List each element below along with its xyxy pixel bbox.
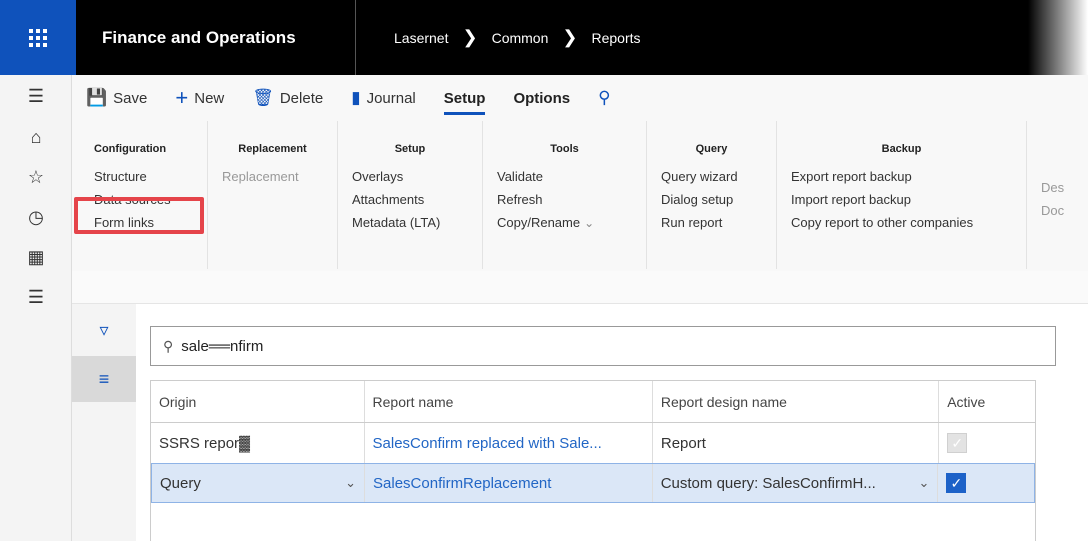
copy-rename-label: Copy/Rename xyxy=(497,215,581,230)
group-tools: Tools Validate Refresh Copy/Rename ⌄ xyxy=(483,121,647,269)
delete-button[interactable]: 🗑 Delete xyxy=(252,88,323,108)
group-cut-off: Des Doc xyxy=(1027,121,1077,269)
cell-active: ✓ xyxy=(938,464,1034,502)
table-row[interactable]: Query ⌄ SalesConfirmReplacement Custom q… xyxy=(151,463,1035,503)
journal-label: Journal xyxy=(366,89,416,107)
journal-button[interactable]: ▮ Journal xyxy=(351,88,416,108)
hamburger-menu-icon[interactable]: ☰ xyxy=(0,75,72,117)
header-origin[interactable]: Origin xyxy=(151,381,365,422)
save-icon: 💾 xyxy=(86,88,108,107)
ribbon-item-des[interactable]: Des xyxy=(1041,176,1064,199)
ribbon-bottom-spacer xyxy=(72,271,1088,304)
new-button[interactable]: + New xyxy=(175,85,224,111)
ribbon-item-export-backup[interactable]: Export report backup xyxy=(791,165,1012,188)
tab-options[interactable]: Options xyxy=(513,75,570,121)
cell-report-design[interactable]: Report xyxy=(653,423,940,463)
list-view-icon[interactable]: ≡ xyxy=(72,356,136,402)
top-navigation-bar: Finance and Operations Lasernet ❯ Common… xyxy=(0,0,1088,75)
home-icon[interactable]: ⌂ xyxy=(0,117,72,157)
group-replacement: Replacement Replacement xyxy=(208,121,338,269)
ribbon-item-overlays[interactable]: Overlays xyxy=(352,165,468,188)
active-checkbox[interactable]: ✓ xyxy=(946,473,967,493)
filter-rail: ▿ ≡ xyxy=(72,304,136,541)
cell-report-name-link[interactable]: SalesConfirmReplacement xyxy=(365,464,653,502)
header-report-name[interactable]: Report name xyxy=(365,381,653,422)
waffle-icon xyxy=(29,28,47,47)
save-label: Save xyxy=(113,89,148,107)
ribbon-item-dialog-setup[interactable]: Dialog setup xyxy=(661,188,762,211)
group-title-query: Query xyxy=(695,143,728,155)
modules-list-icon[interactable]: ☰ xyxy=(0,277,72,317)
chevron-down-icon[interactable]: ⌄ xyxy=(919,475,930,491)
breadcrumb-common[interactable]: Common xyxy=(492,30,549,46)
recent-clock-icon[interactable]: ◷ xyxy=(0,197,72,237)
search-icon: ⚲ xyxy=(163,337,174,354)
search-value: sale══nfirm xyxy=(181,337,264,355)
active-checkbox[interactable]: ✓ xyxy=(947,433,968,453)
empty-grid-area xyxy=(151,503,1035,541)
grid-search-input[interactable]: ⚲ sale══nfirm xyxy=(150,326,1056,366)
ribbon-item-copy-rename[interactable]: Copy/Rename ⌄ xyxy=(497,211,632,234)
breadcrumb-lasernet[interactable]: Lasernet xyxy=(394,30,448,46)
ribbon-item-replacement[interactable]: Replacement xyxy=(222,165,323,188)
breadcrumb-reports[interactable]: Reports xyxy=(591,30,640,46)
ribbon-item-query-wizard[interactable]: Query wizard xyxy=(661,165,762,188)
group-title-replacement: Replacement xyxy=(238,143,307,155)
origin-value: Query xyxy=(160,474,201,492)
cell-report-design[interactable]: Custom query: SalesConfirmH... ⌄ xyxy=(653,464,939,502)
header-active[interactable]: Active xyxy=(939,381,1035,422)
group-setup: Setup Overlays Attachments Metadata (LTA… xyxy=(338,121,483,269)
chevron-right-icon: ❯ xyxy=(562,27,578,47)
reports-grid: Origin Report name Report design name Ac… xyxy=(150,380,1036,541)
favorites-star-icon[interactable]: ☆ xyxy=(0,157,72,197)
filter-funnel-icon[interactable]: ▿ xyxy=(72,304,136,356)
new-label: New xyxy=(194,89,225,107)
group-query: Query Query wizard Dialog setup Run repo… xyxy=(647,121,777,269)
ribbon: Configuration Structure Data sources For… xyxy=(72,121,1088,271)
topbar-fade xyxy=(1028,0,1088,75)
ribbon-item-doc[interactable]: Doc xyxy=(1041,199,1064,222)
journal-icon: ▮ xyxy=(351,88,361,107)
ribbon-item-refresh[interactable]: Refresh xyxy=(497,188,632,211)
search-icon[interactable]: ⚲ xyxy=(598,88,610,108)
chevron-down-icon[interactable]: ⌄ xyxy=(345,475,356,491)
header-report-design-name[interactable]: Report design name xyxy=(653,381,940,422)
app-title[interactable]: Finance and Operations xyxy=(76,0,356,75)
cell-active: ✓ xyxy=(939,423,1035,463)
breadcrumb: Lasernet ❯ Common ❯ Reports xyxy=(356,27,641,48)
chevron-down-icon: ⌄ xyxy=(584,216,595,230)
group-title-setup: Setup xyxy=(394,143,426,155)
ribbon-item-run-report[interactable]: Run report xyxy=(661,211,762,234)
left-navigation: ☰ ⌂ ☆ ◷ ▦ ☰ xyxy=(0,75,72,541)
cell-origin[interactable]: Query ⌄ xyxy=(152,464,366,502)
tab-setup[interactable]: Setup xyxy=(443,75,485,121)
ribbon-item-structure[interactable]: Structure xyxy=(94,165,193,188)
group-title-tools: Tools xyxy=(550,143,579,155)
trash-icon: 🗑 xyxy=(252,88,274,107)
ribbon-item-validate[interactable]: Validate xyxy=(497,165,632,188)
group-backup: Backup Export report backup Import repor… xyxy=(777,121,1027,269)
group-title-backup: Backup xyxy=(881,143,922,155)
data-sources-highlight xyxy=(74,197,204,234)
action-pane: 💾 Save + New 🗑 Delete ▮ Journal Setup Op… xyxy=(72,75,1088,121)
design-value: Custom query: SalesConfirmH... xyxy=(660,474,876,492)
group-configuration: Configuration Structure Data sources For… xyxy=(80,121,208,269)
ribbon-item-import-backup[interactable]: Import report backup xyxy=(791,188,1012,211)
workspaces-icon[interactable]: ▦ xyxy=(0,237,72,277)
content-area: ⚲ sale══nfirm Origin Report name Report … xyxy=(136,304,1088,541)
table-row[interactable]: SSRS repor▓ SalesConfirm replaced with S… xyxy=(151,423,1035,463)
delete-label: Delete xyxy=(279,89,324,107)
ribbon-item-metadata[interactable]: Metadata (LTA) xyxy=(352,211,468,234)
cell-origin[interactable]: SSRS repor▓ xyxy=(151,423,365,463)
group-title-configuration: Configuration xyxy=(94,143,167,155)
ribbon-item-copy-report[interactable]: Copy report to other companies xyxy=(791,211,1012,234)
grid-header: Origin Report name Report design name Ac… xyxy=(151,381,1035,423)
app-launcher-button[interactable] xyxy=(0,0,76,75)
ribbon-item-attachments[interactable]: Attachments xyxy=(352,188,468,211)
chevron-right-icon: ❯ xyxy=(462,27,478,47)
plus-icon: + xyxy=(175,85,189,110)
cell-report-name-link[interactable]: SalesConfirm replaced with Sale... xyxy=(365,423,653,463)
save-button[interactable]: 💾 Save xyxy=(86,88,147,108)
